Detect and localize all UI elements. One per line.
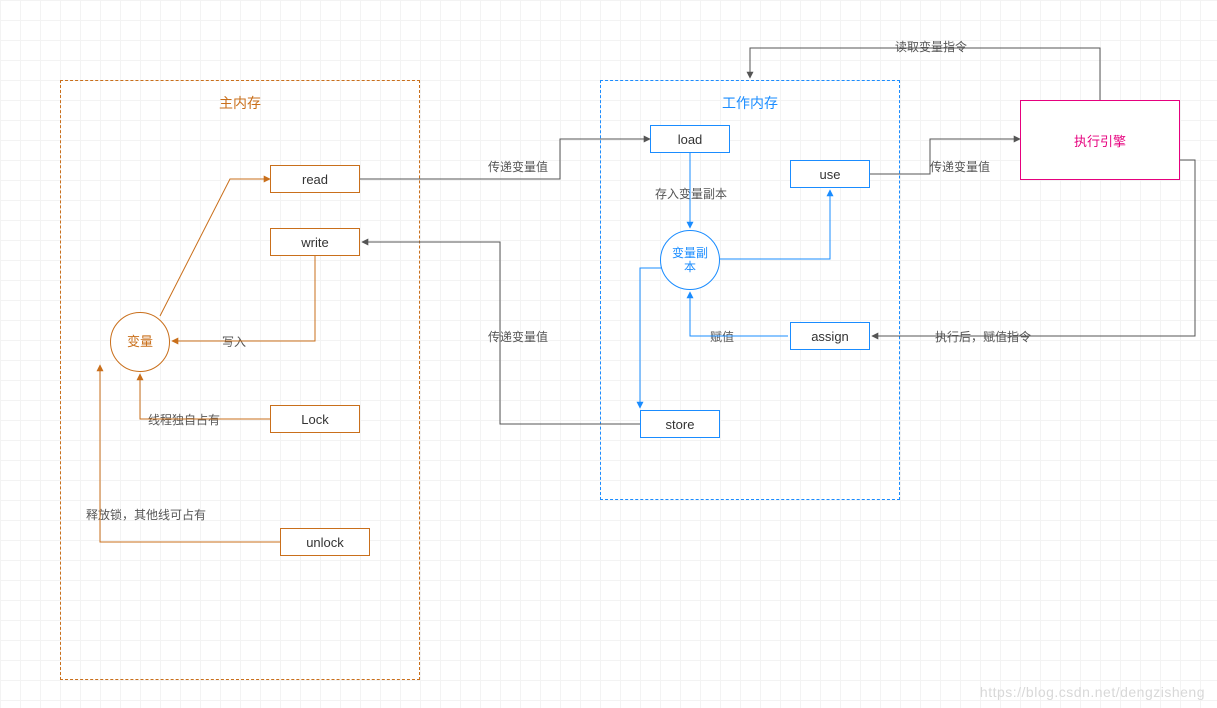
use-label: use <box>820 167 841 182</box>
label-thread-owns: 线程独自占有 <box>148 411 220 428</box>
write-label: write <box>301 235 328 250</box>
working-memory-title: 工作内存 <box>601 93 899 113</box>
load-label: load <box>678 132 703 147</box>
label-store-copy: 存入变量副本 <box>655 185 727 202</box>
read-box: read <box>270 165 360 193</box>
lock-box: Lock <box>270 405 360 433</box>
unlock-label: unlock <box>306 535 344 550</box>
store-box: store <box>640 410 720 438</box>
assign-box: assign <box>790 322 870 350</box>
store-label: store <box>666 417 695 432</box>
write-box: write <box>270 228 360 256</box>
label-pass-value-3: 传递变量值 <box>930 158 990 175</box>
lock-label: Lock <box>301 412 328 427</box>
label-write-in: 写入 <box>222 333 246 350</box>
unlock-box: unlock <box>280 528 370 556</box>
label-read-instr: 读取变量指令 <box>895 38 967 55</box>
use-box: use <box>790 160 870 188</box>
label-pass-value-1: 传递变量值 <box>488 158 548 175</box>
execution-engine-label: 执行引擎 <box>1074 131 1126 150</box>
execution-engine-box: 执行引擎 <box>1020 100 1180 180</box>
variable-copy-circle: 变量副 本 <box>660 230 720 290</box>
main-memory-title: 主内存 <box>61 93 419 113</box>
read-label: read <box>302 172 328 187</box>
label-pass-value-2: 传递变量值 <box>488 328 548 345</box>
variable-copy-label: 变量副 本 <box>672 246 708 275</box>
load-box: load <box>650 125 730 153</box>
variable-circle: 变量 <box>110 312 170 372</box>
assign-label: assign <box>811 329 849 344</box>
label-release: 释放锁，其他线可占有 <box>86 506 206 523</box>
main-memory-container: 主内存 <box>60 80 420 680</box>
variable-label: 变量 <box>127 334 153 350</box>
label-after-exec: 执行后，赋值指令 <box>935 328 1031 345</box>
label-assign-val: 赋值 <box>710 328 734 345</box>
watermark: https://blog.csdn.net/dengzisheng <box>980 684 1205 700</box>
